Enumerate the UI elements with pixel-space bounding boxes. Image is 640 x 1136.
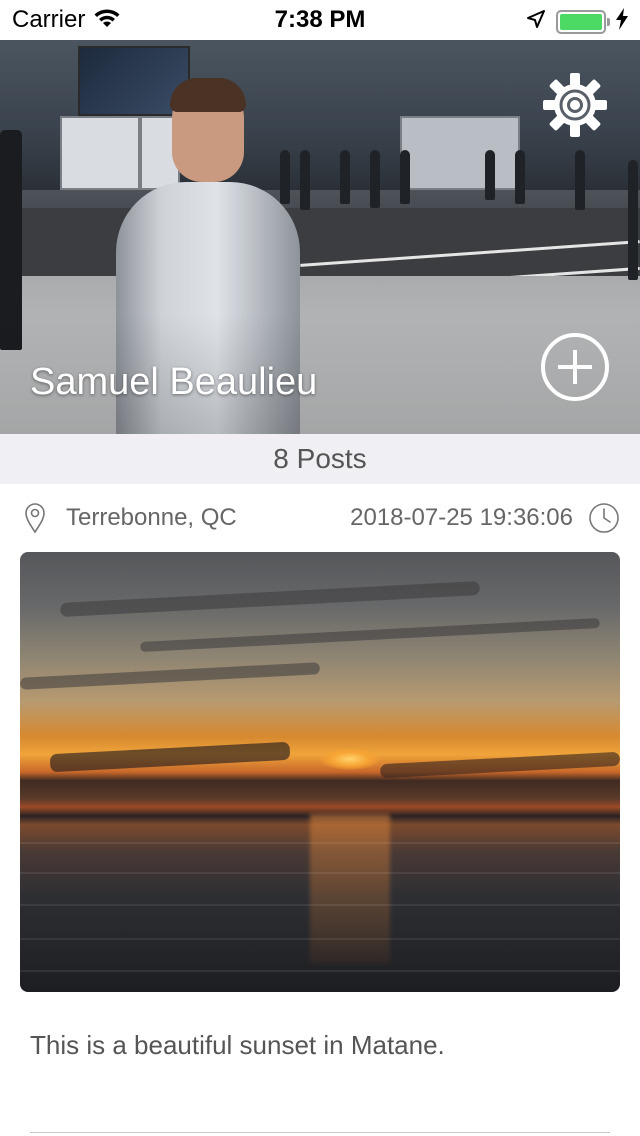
photo-street	[0, 208, 640, 278]
photo-bystander	[515, 150, 525, 204]
profile-screen: Carrier 7:38 PM Samuel Beaulieu 8 Posts …	[0, 0, 640, 1136]
photo-bystander	[485, 150, 495, 200]
photo-door	[60, 116, 140, 190]
post-meta: Terrebonne, QC 2018-07-25 19:36:06	[0, 496, 640, 540]
settings-button[interactable]	[540, 72, 610, 142]
profile-name: Samuel Beaulieu	[30, 361, 318, 403]
photo-wave	[20, 904, 620, 906]
posts-count-label: 8 Posts	[273, 443, 367, 474]
status-right	[526, 8, 628, 35]
add-post-button[interactable]	[540, 332, 610, 407]
photo-bystander	[575, 150, 585, 210]
posts-count-bar: 8 Posts	[0, 434, 640, 484]
photo-wave	[20, 842, 620, 844]
post-image[interactable]	[20, 552, 620, 992]
gear-icon	[541, 71, 609, 144]
photo-bystander	[300, 150, 310, 210]
photo-cloud	[20, 662, 321, 690]
photo-cloud	[59, 581, 481, 617]
photo-wave	[20, 872, 620, 874]
photo-bystander	[628, 160, 638, 280]
plus-circle-icon	[540, 332, 610, 407]
profile-header: Samuel Beaulieu	[0, 40, 640, 434]
photo-bystander	[280, 150, 290, 204]
photo-cloud	[140, 617, 600, 653]
post-location: Terrebonne, QC	[66, 504, 237, 531]
location-arrow-icon	[526, 9, 546, 34]
photo-cloud	[49, 741, 291, 773]
photo-bystander	[370, 150, 380, 208]
battery-fill	[560, 13, 602, 30]
post-caption: This is a beautiful sunset in Matane.	[30, 1030, 445, 1060]
post-divider	[30, 1132, 610, 1133]
charging-bolt-icon	[616, 8, 628, 35]
photo-cloud	[379, 751, 620, 779]
photo-wave	[20, 938, 620, 940]
photo-person-hair	[170, 78, 246, 112]
photo-sun-reflection	[310, 814, 390, 964]
battery-indicator	[556, 9, 610, 34]
photo-bystander	[340, 150, 350, 204]
post-date: 2018-07-25 19:36:06	[350, 504, 573, 531]
photo-door	[400, 116, 520, 190]
photo-sun	[320, 748, 380, 770]
map-pin-icon	[24, 502, 46, 534]
photo-wave	[20, 970, 620, 972]
clock-icon	[588, 502, 620, 534]
photo-bystander	[400, 150, 410, 204]
status-bar: Carrier 7:38 PM	[0, 0, 640, 40]
